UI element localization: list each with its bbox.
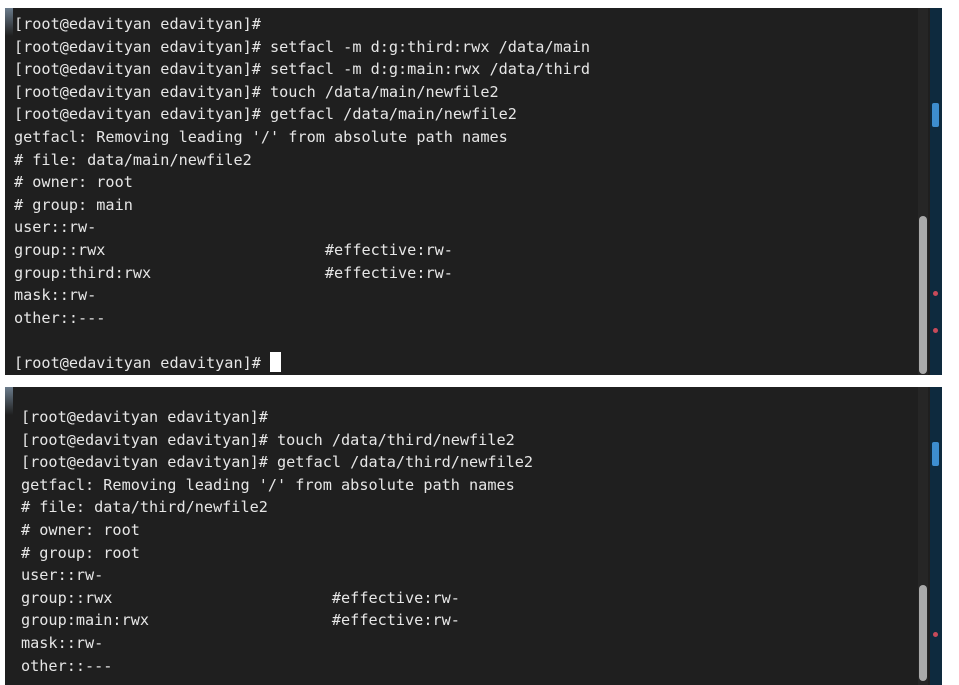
terminal-line: [root@edavityan edavityan]# getfacl /dat… bbox=[21, 453, 534, 472]
desktop-icon bbox=[932, 103, 939, 127]
top-terminal-window[interactable]: [root@edavityan edavityan]# [root@edavity… bbox=[5, 8, 942, 375]
terminal-line: [root@edavityan edavityan]# bbox=[14, 15, 261, 33]
terminal-line: [root@edavityan edavityan]# getfacl /dat… bbox=[14, 105, 517, 124]
terminal-line: mask::rw- bbox=[21, 633, 104, 652]
bottom-terminal-output[interactable]: [root@edavityan edavityan]# [root@edavity… bbox=[21, 406, 533, 677]
terminal-line: user::rw- bbox=[14, 218, 97, 237]
terminal-line: group::rwx #effective:rw- bbox=[21, 588, 460, 607]
top-terminal-output[interactable]: [root@edavityan edavityan]# [root@edavity… bbox=[14, 13, 590, 375]
desktop-background-strip bbox=[930, 8, 942, 375]
text-cursor bbox=[270, 351, 282, 372]
terminal-line: user::rw- bbox=[21, 566, 104, 585]
terminal-line: getfacl: Removing leading '/' from absol… bbox=[21, 475, 515, 494]
terminal-line: other::--- bbox=[14, 308, 106, 327]
terminal-line: [root@edavityan edavityan]# bbox=[21, 408, 268, 426]
scrollbar-thumb[interactable] bbox=[919, 216, 927, 374]
terminal-line: other::--- bbox=[21, 656, 113, 675]
bottom-terminal-scrollbar[interactable] bbox=[918, 387, 928, 685]
terminal-line: group:main:rwx #effective:rw- bbox=[21, 611, 460, 630]
terminal-line: mask::rw- bbox=[14, 286, 97, 305]
top-terminal-scrollbar[interactable] bbox=[918, 8, 928, 375]
bottom-terminal-window[interactable]: [root@edavityan edavityan]# [root@edavity… bbox=[5, 387, 942, 685]
terminal-line: [root@edavityan edavityan]# touch /data/… bbox=[14, 82, 499, 101]
desktop-background-strip bbox=[930, 387, 942, 685]
desktop-icon bbox=[932, 442, 939, 466]
terminal-line: # file: data/main/newfile2 bbox=[14, 150, 252, 169]
terminal-line: [root@edavityan edavityan]# touch /data/… bbox=[21, 430, 515, 449]
terminal-line: [root@edavityan edavityan]# setfacl -m d… bbox=[14, 60, 591, 79]
window-corner-shade bbox=[5, 8, 13, 36]
terminal-line: getfacl: Removing leading '/' from absol… bbox=[14, 127, 508, 146]
shell-prompt: [root@edavityan edavityan]# bbox=[14, 353, 271, 372]
terminal-line: # owner: root bbox=[14, 173, 133, 192]
window-corner-shade bbox=[5, 387, 13, 415]
terminal-line: # group: root bbox=[21, 543, 140, 562]
scrollbar-thumb[interactable] bbox=[919, 585, 927, 681]
terminal-line: # file: data/third/newfile2 bbox=[21, 498, 268, 517]
terminal-line: group:third:rwx #effective:rw- bbox=[14, 263, 453, 282]
terminal-line: group::rwx #effective:rw- bbox=[14, 240, 453, 259]
terminal-line: # group: main bbox=[14, 195, 133, 214]
terminal-prompt-line[interactable]: [root@edavityan edavityan]# bbox=[14, 351, 590, 375]
desktop-decoration bbox=[933, 328, 938, 333]
terminal-line: # owner: root bbox=[21, 520, 140, 539]
desktop-decoration bbox=[933, 632, 938, 637]
terminal-line: [root@edavityan edavityan]# setfacl -m d… bbox=[14, 37, 591, 56]
desktop-decoration bbox=[933, 291, 938, 296]
